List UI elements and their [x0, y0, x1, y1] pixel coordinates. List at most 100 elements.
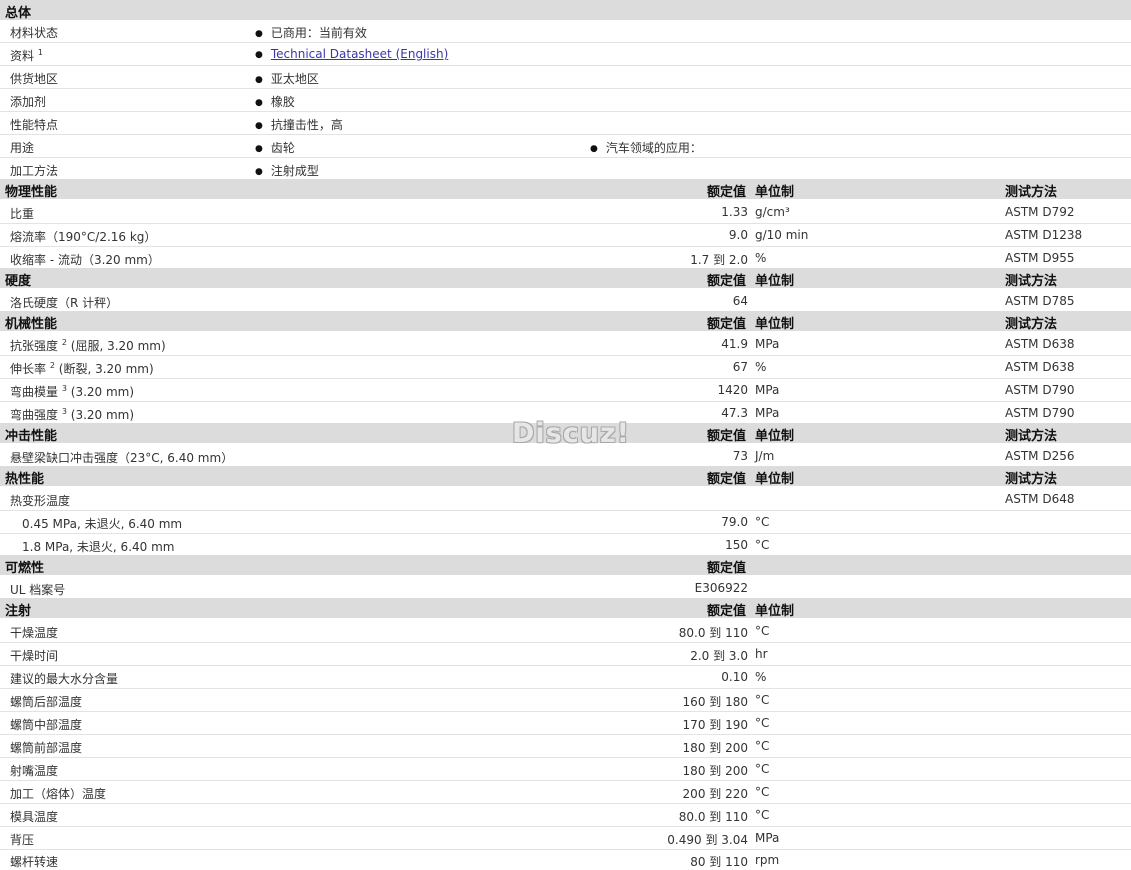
- row-unit: °C: [755, 739, 770, 753]
- row-unit: J/m: [755, 449, 775, 463]
- row-value: 67: [732, 360, 748, 374]
- section-title: 注射: [5, 604, 32, 619]
- row-unit: °C: [755, 538, 770, 552]
- row-value: 180 到 200: [682, 741, 748, 755]
- table-row: 熔流率（190°C/2.16 kg） 9.0 g/10 min ASTM D12…: [0, 224, 1131, 247]
- row-label: 供货地区: [10, 72, 59, 86]
- footnote: 2: [49, 361, 55, 370]
- table-row: 干燥温度 80.0 到 110 °C: [0, 620, 1131, 643]
- row-label-condition: (3.20 mm): [70, 408, 135, 422]
- column-nominal: 额定值: [707, 185, 747, 200]
- row-method: ASTM D790: [1005, 406, 1075, 420]
- table-row: 弯曲模量 3 (3.20 mm) 1420 MPa ASTM D790: [0, 379, 1131, 402]
- column-unit: 单位制: [755, 317, 795, 332]
- row-method: ASTM D790: [1005, 383, 1075, 397]
- row-value: 抗撞击性，高: [255, 116, 343, 133]
- row-unit: %: [755, 360, 767, 374]
- row-label-condition: (3.20 mm): [70, 385, 135, 399]
- column-unit: 单位制: [755, 185, 795, 200]
- row-unit: °C: [755, 716, 770, 730]
- row-value: 64: [732, 294, 748, 308]
- footnote: 2: [61, 338, 67, 347]
- table-row: 螺筒前部温度 180 到 200 °C: [0, 735, 1131, 758]
- column-unit: 单位制: [755, 429, 795, 444]
- section-title: 硬度: [5, 274, 32, 289]
- column-nominal: 额定值: [707, 274, 747, 289]
- row-label: 0.45 MPa, 未退火, 6.40 mm: [22, 517, 183, 531]
- table-row: 加工（熔体）温度 200 到 220 °C: [0, 781, 1131, 804]
- row-label-condition: (断裂, 3.20 mm): [58, 362, 154, 376]
- table-row: 伸长率 2 (断裂, 3.20 mm) 67 % ASTM D638: [0, 356, 1131, 379]
- row-unit: °C: [755, 785, 770, 799]
- documents-row: 资料 1 Technical Datasheet (English): [0, 43, 1131, 66]
- row-label: 1.8 MPa, 未退火, 6.40 mm: [22, 540, 175, 554]
- row-unit: MPa: [755, 337, 780, 351]
- table-row: 抗张强度 2 (屈服, 3.20 mm) 41.9 MPa ASTM D638: [0, 333, 1131, 356]
- region-row: 供货地区 亚太地区: [0, 66, 1131, 89]
- row-value: 汽车领域的应用：: [590, 139, 702, 156]
- section-header-injection: 注射 额定值 单位制: [0, 598, 1131, 619]
- row-label: 螺筒中部温度: [10, 718, 83, 732]
- row-label: 加工（熔体）温度: [10, 787, 107, 801]
- row-unit: °C: [755, 693, 770, 707]
- datasheet-link[interactable]: Technical Datasheet (English): [271, 47, 448, 61]
- table-row: 收缩率 - 流动（3.20 mm） 1.7 到 2.0 % ASTM D955: [0, 247, 1131, 270]
- row-value: 80.0 到 110: [678, 810, 748, 824]
- row-value: 150: [725, 538, 748, 552]
- row-value: 180 到 200: [682, 764, 748, 778]
- row-label: 干燥温度: [10, 626, 59, 640]
- use-row: 用途 齿轮 汽车领域的应用：: [0, 135, 1131, 158]
- section-title: 机械性能: [5, 317, 58, 332]
- row-unit: MPa: [755, 406, 780, 420]
- row-value: 0.10: [721, 670, 748, 684]
- row-method: ASTM D256: [1005, 449, 1075, 463]
- row-unit: hr: [755, 647, 768, 661]
- row-label: 熔流率（190°C/2.16 kg）: [10, 230, 157, 244]
- row-method: ASTM D638: [1005, 360, 1075, 374]
- row-label: 材料状态: [10, 26, 59, 40]
- section-header-mechanical: 机械性能 额定值 单位制 测试方法: [0, 311, 1131, 332]
- row-unit: °C: [755, 624, 770, 638]
- row-label: 性能特点: [10, 118, 59, 132]
- row-unit: g/10 min: [755, 228, 809, 242]
- row-method: ASTM D1238: [1005, 228, 1083, 242]
- row-unit: MPa: [755, 383, 780, 397]
- column-unit: 单位制: [755, 472, 795, 487]
- table-row: 1.8 MPa, 未退火, 6.40 mm 150 °C: [0, 534, 1131, 557]
- column-method: 测试方法: [1005, 472, 1058, 487]
- section-title: 物理性能: [5, 185, 58, 200]
- table-row: 建议的最大水分含量 0.10 %: [0, 666, 1131, 689]
- table-row: 热变形温度 ASTM D648: [0, 488, 1131, 511]
- row-value: 亚太地区: [255, 70, 319, 87]
- row-value: 200 到 220: [682, 787, 748, 801]
- row-label: 热变形温度: [10, 494, 71, 508]
- footnote: 3: [61, 384, 67, 393]
- row-value: 注射成型: [255, 162, 319, 179]
- row-method: ASTM D785: [1005, 294, 1075, 308]
- table-row: 干燥时间 2.0 到 3.0 hr: [0, 643, 1131, 666]
- additive-row: 添加剂 橡胶: [0, 89, 1131, 112]
- table-row: 射嘴温度 180 到 200 °C: [0, 758, 1131, 781]
- row-label: 背压: [10, 833, 35, 847]
- row-label: 射嘴温度: [10, 764, 59, 778]
- row-value: 47.3: [721, 406, 748, 420]
- table-row: 螺杆转速 80 到 110 rpm: [0, 849, 1131, 869]
- row-label: 干燥时间: [10, 649, 59, 663]
- row-value: E306922: [694, 581, 748, 595]
- footnote: 3: [61, 407, 67, 416]
- column-method: 测试方法: [1005, 429, 1058, 444]
- table-row: 洛氏硬度（R 计秤） 64 ASTM D785: [0, 290, 1131, 313]
- row-value: 80 到 110: [690, 855, 748, 869]
- row-label: 伸长率 2 (断裂, 3.20 mm): [10, 360, 154, 377]
- row-label: 建议的最大水分含量: [10, 672, 119, 686]
- table-row: 模具温度 80.0 到 110 °C: [0, 804, 1131, 827]
- row-label: 弯曲强度 3 (3.20 mm): [10, 406, 134, 423]
- row-value: 79.0: [721, 515, 748, 529]
- row-label: 弯曲模量 3 (3.20 mm): [10, 383, 134, 400]
- row-unit: °C: [755, 808, 770, 822]
- row-label: 添加剂: [10, 95, 47, 109]
- table-row: UL 档案号 E306922: [0, 577, 1131, 600]
- column-unit: 单位制: [755, 274, 795, 289]
- row-method: ASTM D648: [1005, 492, 1075, 506]
- row-label: 螺筒前部温度: [10, 741, 83, 755]
